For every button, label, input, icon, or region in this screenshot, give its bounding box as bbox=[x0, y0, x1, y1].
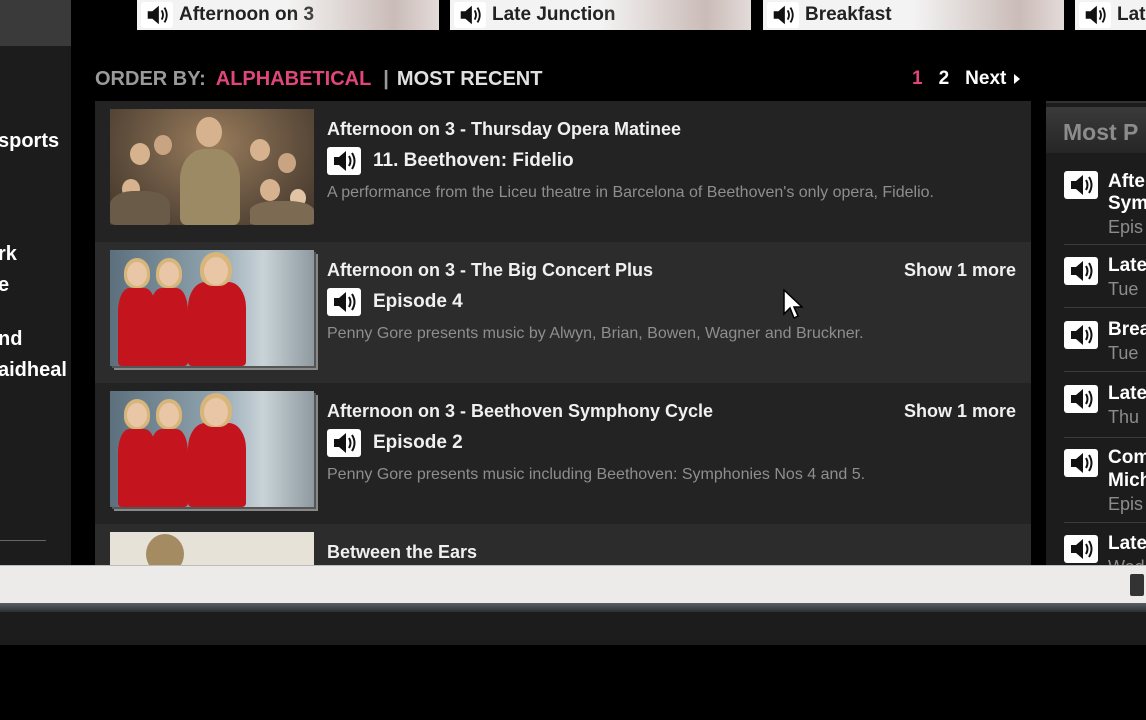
speaker-icon[interactable] bbox=[454, 2, 486, 28]
sidebar-divider bbox=[0, 540, 46, 541]
show-more-link[interactable]: Show 1 more bbox=[904, 401, 1016, 422]
popular-item-subtitle: Epis bbox=[1108, 494, 1144, 514]
popular-item-subtitle: Thu bbox=[1108, 407, 1140, 427]
popular-item-title-line2[interactable]: Mich bbox=[1108, 470, 1146, 492]
carousel-item[interactable]: Afternoon on 3 bbox=[137, 0, 439, 30]
speaker-icon[interactable] bbox=[327, 147, 361, 175]
episode-description: Penny Gore presents music including Beet… bbox=[327, 466, 866, 483]
popular-item-title[interactable]: Com bbox=[1108, 447, 1146, 469]
popular-item-subtitle: Tue bbox=[1108, 279, 1139, 299]
popular-item-subtitle: Epis bbox=[1108, 217, 1144, 237]
carousel-item[interactable]: Lat bbox=[1075, 0, 1146, 30]
speaker-icon[interactable] bbox=[1079, 2, 1111, 28]
episode-title[interactable]: Afternoon on 3 - Beethoven Symphony Cycl… bbox=[327, 401, 713, 422]
episode-name[interactable]: Episode 4 bbox=[373, 291, 463, 313]
top-carousel: Afternoon on 3 Late Junction Breakfast L… bbox=[0, 0, 1146, 33]
episode-play[interactable]: 11. Beethoven: Fidelio bbox=[327, 147, 574, 175]
episode-play[interactable]: Episode 4 bbox=[327, 288, 463, 316]
carousel-item[interactable]: Breakfast bbox=[763, 0, 1064, 30]
popular-divider bbox=[1064, 307, 1146, 308]
most-popular-header: Most P bbox=[1046, 107, 1146, 153]
popular-item[interactable]: Late Wed bbox=[1064, 533, 1146, 567]
taskbar-area bbox=[0, 612, 1146, 645]
carousel-item-label: Breakfast bbox=[805, 4, 892, 25]
sidebar-header-block bbox=[0, 0, 71, 46]
carousel-thumbnail bbox=[914, 0, 1064, 30]
popular-item-subtitle: Tue bbox=[1108, 343, 1139, 363]
carousel-item-label: Lat bbox=[1117, 4, 1146, 25]
status-bar bbox=[0, 565, 1146, 604]
speaker-icon[interactable] bbox=[141, 2, 173, 28]
episode-name[interactable]: 11. Beethoven: Fidelio bbox=[373, 150, 574, 172]
order-separator: | bbox=[383, 67, 389, 90]
speaker-icon[interactable] bbox=[1064, 257, 1098, 285]
popular-divider bbox=[1064, 371, 1146, 372]
sidebar-item[interactable]: aidheal bbox=[0, 359, 67, 382]
episode-thumbnail[interactable] bbox=[110, 391, 314, 507]
episode-play[interactable]: Episode 2 bbox=[327, 429, 463, 457]
next-page-link[interactable]: Next bbox=[965, 68, 1021, 90]
episode-thumbnail[interactable] bbox=[110, 250, 314, 366]
speaker-icon[interactable] bbox=[1064, 535, 1098, 563]
carousel-item-label: Late Junction bbox=[492, 4, 616, 25]
popular-item-title[interactable]: Late bbox=[1108, 255, 1146, 277]
sidebar-item[interactable]: e bbox=[0, 274, 9, 297]
page-2-link[interactable]: 2 bbox=[939, 68, 950, 90]
episode-title[interactable]: Afternoon on 3 - The Big Concert Plus bbox=[327, 260, 653, 281]
pagination: 1 2 Next bbox=[912, 66, 1021, 92]
speaker-icon[interactable] bbox=[1064, 171, 1098, 199]
popular-item-title[interactable]: Afte bbox=[1108, 171, 1145, 193]
page-1-link[interactable]: 1 bbox=[912, 68, 923, 90]
popular-item[interactable]: Afte Sym Epis bbox=[1064, 163, 1146, 245]
sidebar-item[interactable]: nd bbox=[0, 328, 22, 351]
next-label: Next bbox=[965, 68, 1007, 89]
carousel-thumbnail bbox=[601, 0, 751, 30]
episode-title[interactable]: Afternoon on 3 - Thursday Opera Matinee bbox=[327, 119, 681, 140]
episode-row[interactable]: Afternoon on 3 - The Big Concert Plus Sh… bbox=[95, 242, 1031, 383]
sidebar-item[interactable]: sports bbox=[0, 130, 59, 153]
popular-divider bbox=[1064, 522, 1146, 523]
order-most-recent-link[interactable]: MOST RECENT bbox=[397, 68, 543, 91]
speaker-icon[interactable] bbox=[327, 288, 361, 316]
left-sidebar: sports rk e nd aidheal bbox=[0, 0, 71, 565]
popular-item-title[interactable]: Brea bbox=[1108, 319, 1146, 341]
speaker-icon[interactable] bbox=[1064, 321, 1098, 349]
speaker-icon[interactable] bbox=[1064, 385, 1098, 413]
order-by-label: ORDER BY: bbox=[95, 67, 206, 90]
popular-item-title-line2[interactable]: Sym bbox=[1108, 193, 1146, 215]
episode-description: A performance from the Liceu theatre in … bbox=[327, 184, 934, 201]
episode-row[interactable]: Afternoon on 3 - Thursday Opera Matinee … bbox=[95, 101, 1031, 242]
episode-title[interactable]: Between the Ears bbox=[327, 542, 477, 563]
mouse-cursor-icon bbox=[783, 289, 804, 320]
popular-item[interactable]: Brea Tue bbox=[1064, 317, 1146, 377]
show-more-link[interactable]: Show 1 more bbox=[904, 260, 1016, 281]
window-frame-strip bbox=[0, 603, 1146, 612]
carousel-thumbnail bbox=[289, 0, 439, 30]
speaker-icon[interactable] bbox=[327, 429, 361, 457]
episode-thumbnail[interactable] bbox=[110, 109, 314, 225]
episode-description: Penny Gore presents music by Alwyn, Bria… bbox=[327, 325, 864, 342]
most-popular-panel: Most P Afte Sym Epis Late Tue Brea Tue L… bbox=[1046, 101, 1146, 567]
episode-name[interactable]: Episode 2 bbox=[373, 432, 463, 454]
order-by-bar: ORDER BY: ALPHABETICAL | MOST RECENT bbox=[95, 66, 542, 92]
chevron-right-icon bbox=[1014, 74, 1021, 84]
status-icon bbox=[1130, 574, 1144, 596]
carousel-item[interactable]: Late Junction bbox=[450, 0, 751, 30]
popular-divider bbox=[1064, 244, 1146, 245]
episode-row[interactable]: Between the Ears bbox=[95, 524, 1031, 565]
popular-item[interactable]: Late Thu bbox=[1064, 381, 1146, 441]
popular-item-title[interactable]: Late bbox=[1108, 533, 1146, 555]
sidebar-item[interactable]: rk bbox=[0, 243, 17, 266]
popular-divider bbox=[1064, 437, 1146, 438]
popular-item[interactable]: Com Mich Epis bbox=[1064, 445, 1146, 525]
episode-row[interactable]: Afternoon on 3 - Beethoven Symphony Cycl… bbox=[95, 383, 1031, 524]
popular-item-title[interactable]: Late bbox=[1108, 383, 1146, 405]
speaker-icon[interactable] bbox=[1064, 449, 1098, 477]
most-popular-title: Most P bbox=[1063, 119, 1139, 145]
speaker-icon[interactable] bbox=[767, 2, 799, 28]
episode-thumbnail[interactable] bbox=[110, 532, 314, 565]
episode-list: Afternoon on 3 - Thursday Opera Matinee … bbox=[95, 101, 1031, 565]
order-alphabetical-link[interactable]: ALPHABETICAL bbox=[216, 68, 372, 91]
popular-item[interactable]: Late Tue bbox=[1064, 253, 1146, 313]
